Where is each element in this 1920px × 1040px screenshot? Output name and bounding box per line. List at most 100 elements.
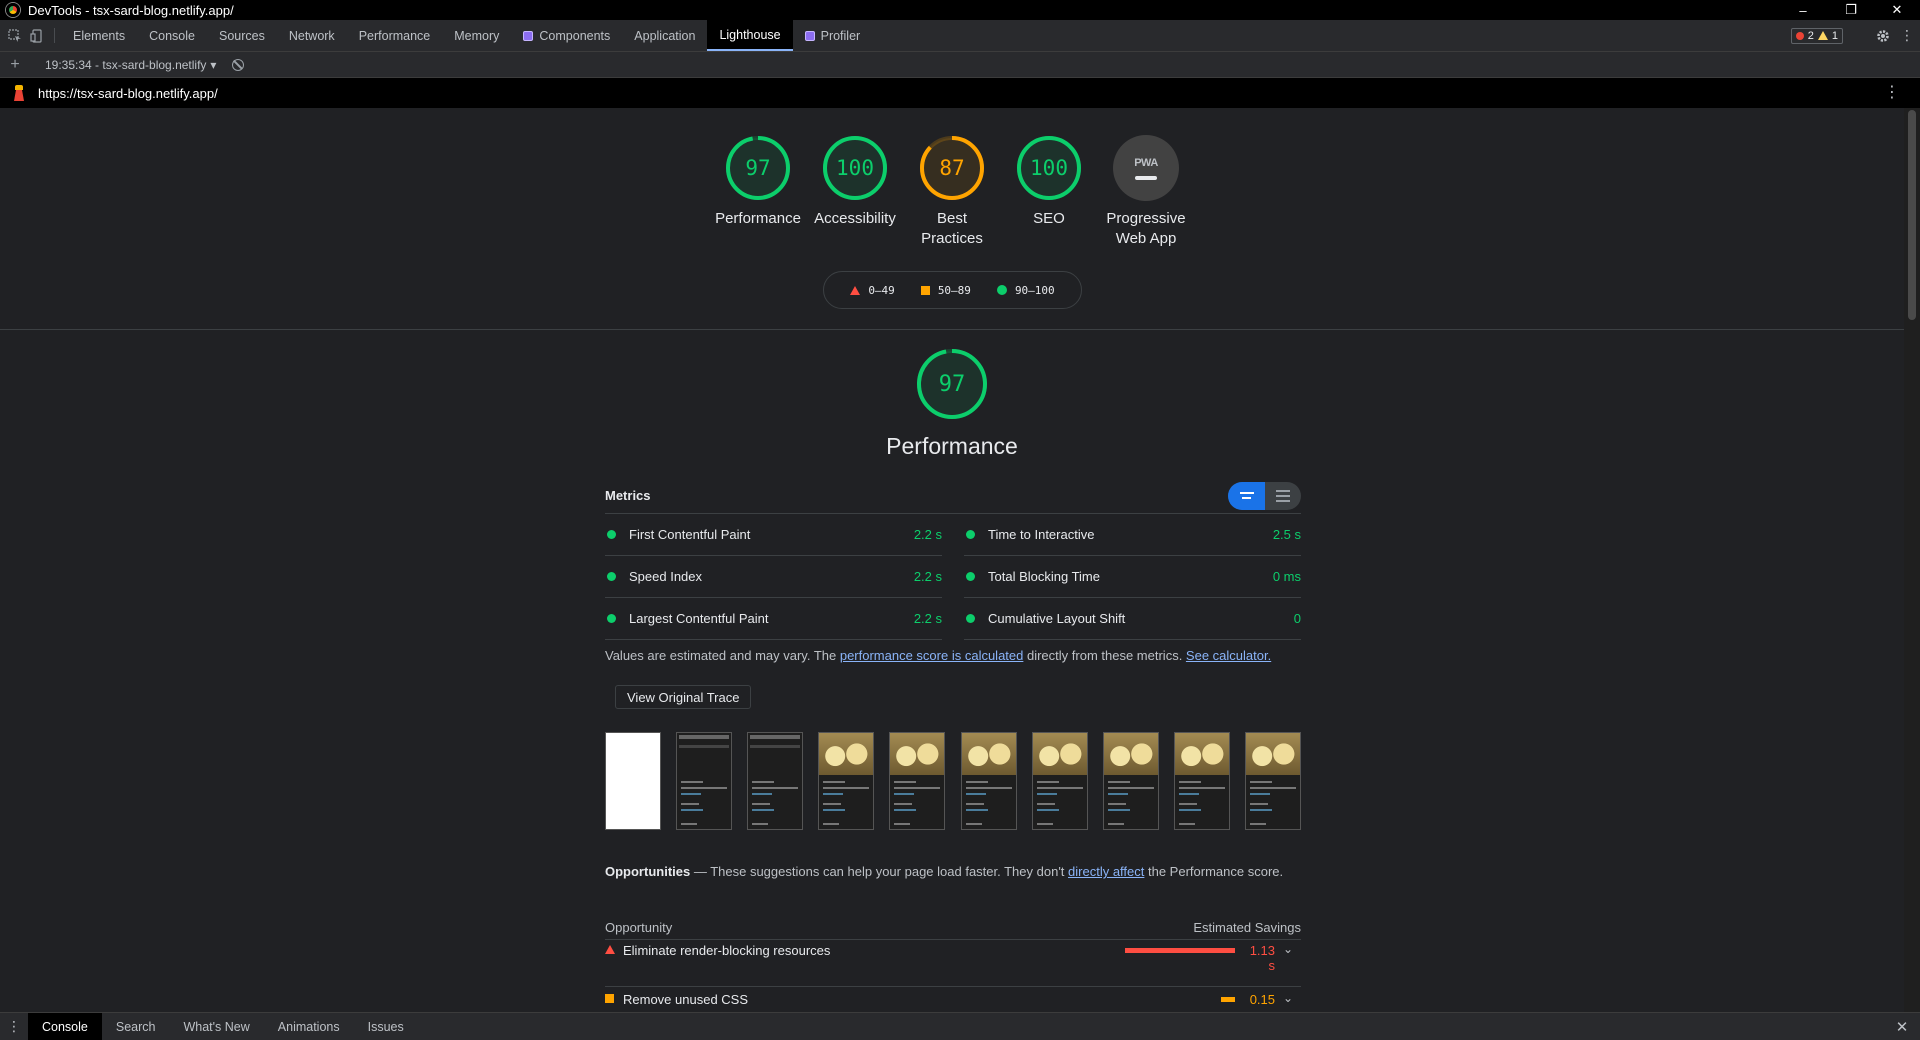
chevron-down-icon[interactable]: ⌄: [1275, 990, 1301, 1005]
collapsed-view-icon[interactable]: [1228, 481, 1265, 510]
performance-score: 97: [938, 371, 966, 397]
tab-label: Console: [149, 28, 195, 43]
issues-counter[interactable]: 2 1: [1790, 27, 1843, 44]
tab-sources[interactable]: Sources: [207, 20, 277, 51]
tab-network[interactable]: Network: [277, 20, 347, 51]
more-options-icon[interactable]: ⋮: [1900, 27, 1914, 44]
metrics-note: Values are estimated and may vary. The p…: [605, 648, 1301, 663]
tab-performance[interactable]: Performance: [347, 20, 443, 51]
close-window-button[interactable]: ✕: [1874, 0, 1920, 20]
opportunity-unused-css[interactable]: Remove unused CSS 0.15 ⌄: [605, 990, 1301, 1012]
report-url[interactable]: https://tsx-sard-blog.netlify.app/: [38, 86, 218, 101]
legend-pass: 90–100: [996, 284, 1055, 297]
pwa-badge: PWA: [1113, 135, 1179, 201]
inspect-element-icon[interactable]: [4, 20, 26, 51]
opportunity-name: Remove unused CSS: [623, 992, 749, 1007]
opportunity-render-blocking[interactable]: Eliminate render-blocking resources 1.13…: [605, 941, 1301, 987]
minimize-button[interactable]: –: [1780, 0, 1826, 20]
expanded-view-icon[interactable]: [1265, 482, 1301, 510]
fail-triangle-icon: [605, 941, 623, 954]
opportunity-name: Eliminate render-blocking resources: [623, 943, 831, 958]
metric-name: Time to Interactive: [988, 527, 1095, 542]
clear-reports-icon[interactable]: [232, 58, 245, 71]
gauge-performance[interactable]: 97 Performance: [710, 135, 807, 249]
filmstrip: [605, 732, 1301, 830]
metric-value: 2.5 s: [1272, 527, 1301, 542]
score-scale-legend: 0–49 50–89 90–100: [823, 271, 1082, 309]
metric-tti: Time to Interactive 2.5 s: [964, 514, 1301, 556]
legend-label: 50–89: [937, 283, 971, 297]
opportunity-saving: 0.15: [1249, 992, 1275, 1007]
metric-name: Speed Index: [629, 569, 703, 584]
chevron-down-icon[interactable]: ⌄: [1275, 941, 1301, 956]
restore-button[interactable]: ❐: [1828, 0, 1874, 20]
metric-name: Largest Contentful Paint: [629, 611, 769, 626]
report-menu-icon[interactable]: ⋮: [1884, 84, 1900, 102]
tab-components[interactable]: Components: [511, 20, 622, 51]
pass-circle-icon: [966, 614, 975, 623]
directly-affect-link[interactable]: directly affect: [1068, 864, 1144, 879]
opportunities-table-header: Opportunity Estimated Savings: [605, 916, 1301, 940]
gauge-pwa[interactable]: PWA Progressive Web App: [1098, 135, 1195, 249]
filmstrip-frame: [676, 732, 733, 830]
new-report-button[interactable]: +: [0, 56, 30, 74]
scrollbar-thumb[interactable]: [1908, 110, 1916, 320]
pass-circle-icon: [996, 285, 1007, 295]
warning-count: 1: [1831, 29, 1838, 42]
score-calculation-link[interactable]: performance score is calculated: [840, 648, 1024, 663]
gauge-score: 100: [836, 156, 874, 180]
pass-circle-icon: [607, 614, 616, 623]
window-title: DevTools - tsx-sard-blog.netlify.app/: [28, 2, 234, 18]
gauge-seo[interactable]: 100 SEO: [1001, 135, 1098, 249]
report-url-bar: https://tsx-sard-blog.netlify.app/ ⋮: [0, 78, 1920, 108]
metric-value: 2.2 s: [913, 527, 942, 542]
description-text: the Performance score.: [1144, 864, 1284, 879]
tab-console[interactable]: Console: [137, 20, 207, 51]
metrics-heading: Metrics: [605, 488, 651, 503]
legend-label: 0–49: [868, 283, 895, 297]
description-text: — These suggestions can help your page l…: [690, 864, 1069, 879]
report-selector[interactable]: 19:35:34 - tsx-sard-blog.netlify ▾: [45, 58, 216, 72]
drawer-menu-icon[interactable]: ⋮: [0, 1013, 28, 1040]
settings-gear-icon[interactable]: [1876, 29, 1890, 43]
tab-label: Profiler: [820, 28, 861, 43]
tab-lighthouse[interactable]: Lighthouse: [707, 20, 793, 51]
tab-label: Components: [539, 28, 611, 43]
gauge-accessibility[interactable]: 100 Accessibility: [807, 135, 904, 249]
column-opportunity: Opportunity: [605, 920, 673, 935]
gauge-best-practices[interactable]: 87 Best Practices: [904, 135, 1001, 249]
gauge-score: 100: [1030, 156, 1068, 180]
tab-label: Application: [634, 28, 696, 43]
drawer-tab-search[interactable]: Search: [102, 1013, 170, 1040]
metric-fcp: First Contentful Paint 2.2 s: [605, 514, 942, 556]
performance-title: Performance: [886, 433, 1018, 459]
tab-elements[interactable]: Elements: [61, 20, 137, 51]
tab-application[interactable]: Application: [622, 20, 707, 51]
tab-label: Sources: [218, 28, 265, 43]
report-scrollbar[interactable]: [1904, 108, 1920, 1012]
drawer-tab-whats-new[interactable]: What's New: [169, 1013, 263, 1040]
filmstrip-frame: [818, 732, 875, 830]
device-toolbar-icon[interactable]: [26, 20, 48, 51]
metric-name: Cumulative Layout Shift: [988, 611, 1126, 626]
legend-fail: 0–49: [850, 284, 895, 297]
savings-bar: [1125, 947, 1235, 953]
metrics-grid: First Contentful Paint 2.2 s Speed Index 2…: [605, 514, 1301, 640]
gauge-score: 97: [745, 156, 771, 180]
close-drawer-icon[interactable]: ✕: [1884, 1013, 1920, 1040]
calculator-link[interactable]: See calculator.: [1186, 648, 1271, 663]
tab-label: Lighthouse: [719, 27, 781, 42]
drawer-tab-issues[interactable]: Issues: [354, 1013, 418, 1040]
average-square-icon: [920, 285, 930, 295]
drawer-tab-console[interactable]: Console: [28, 1013, 102, 1040]
savings-bar-track: [1105, 990, 1245, 1008]
tab-memory[interactable]: Memory: [442, 20, 511, 51]
metrics-view-toggle[interactable]: [1228, 481, 1301, 510]
filmstrip-frame: [1173, 732, 1230, 830]
view-trace-button[interactable]: View Original Trace: [615, 685, 752, 709]
metric-cls: Cumulative Layout Shift 0: [964, 598, 1301, 640]
drawer-tab-animations[interactable]: Animations: [264, 1013, 354, 1040]
tab-profiler[interactable]: Profiler: [793, 20, 873, 51]
filmstrip-frame: [1031, 732, 1088, 830]
filmstrip-frame: [1102, 732, 1159, 830]
